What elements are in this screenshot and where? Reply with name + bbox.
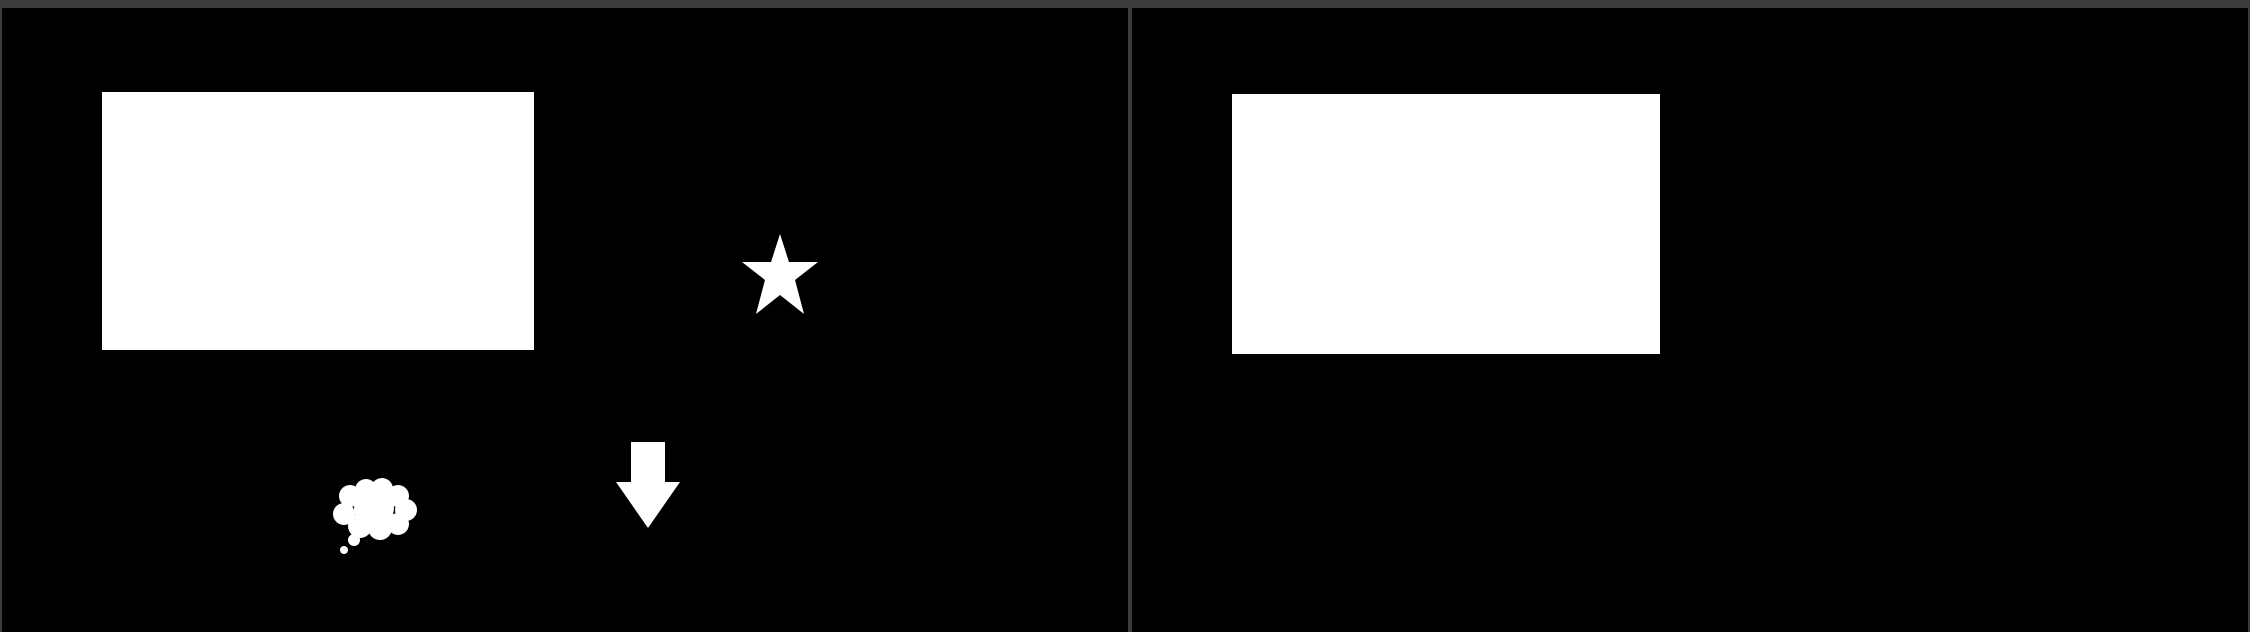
canvas-stage — [0, 0, 2250, 632]
star-icon[interactable] — [740, 232, 820, 316]
right-canvas-panel[interactable] — [1130, 0, 2250, 632]
cloud-icon[interactable] — [330, 476, 422, 560]
down-arrow-icon[interactable] — [614, 440, 682, 530]
left-rectangle-shape[interactable] — [102, 92, 534, 350]
left-canvas-panel[interactable] — [0, 0, 1130, 632]
right-rectangle-shape[interactable] — [1232, 94, 1660, 354]
